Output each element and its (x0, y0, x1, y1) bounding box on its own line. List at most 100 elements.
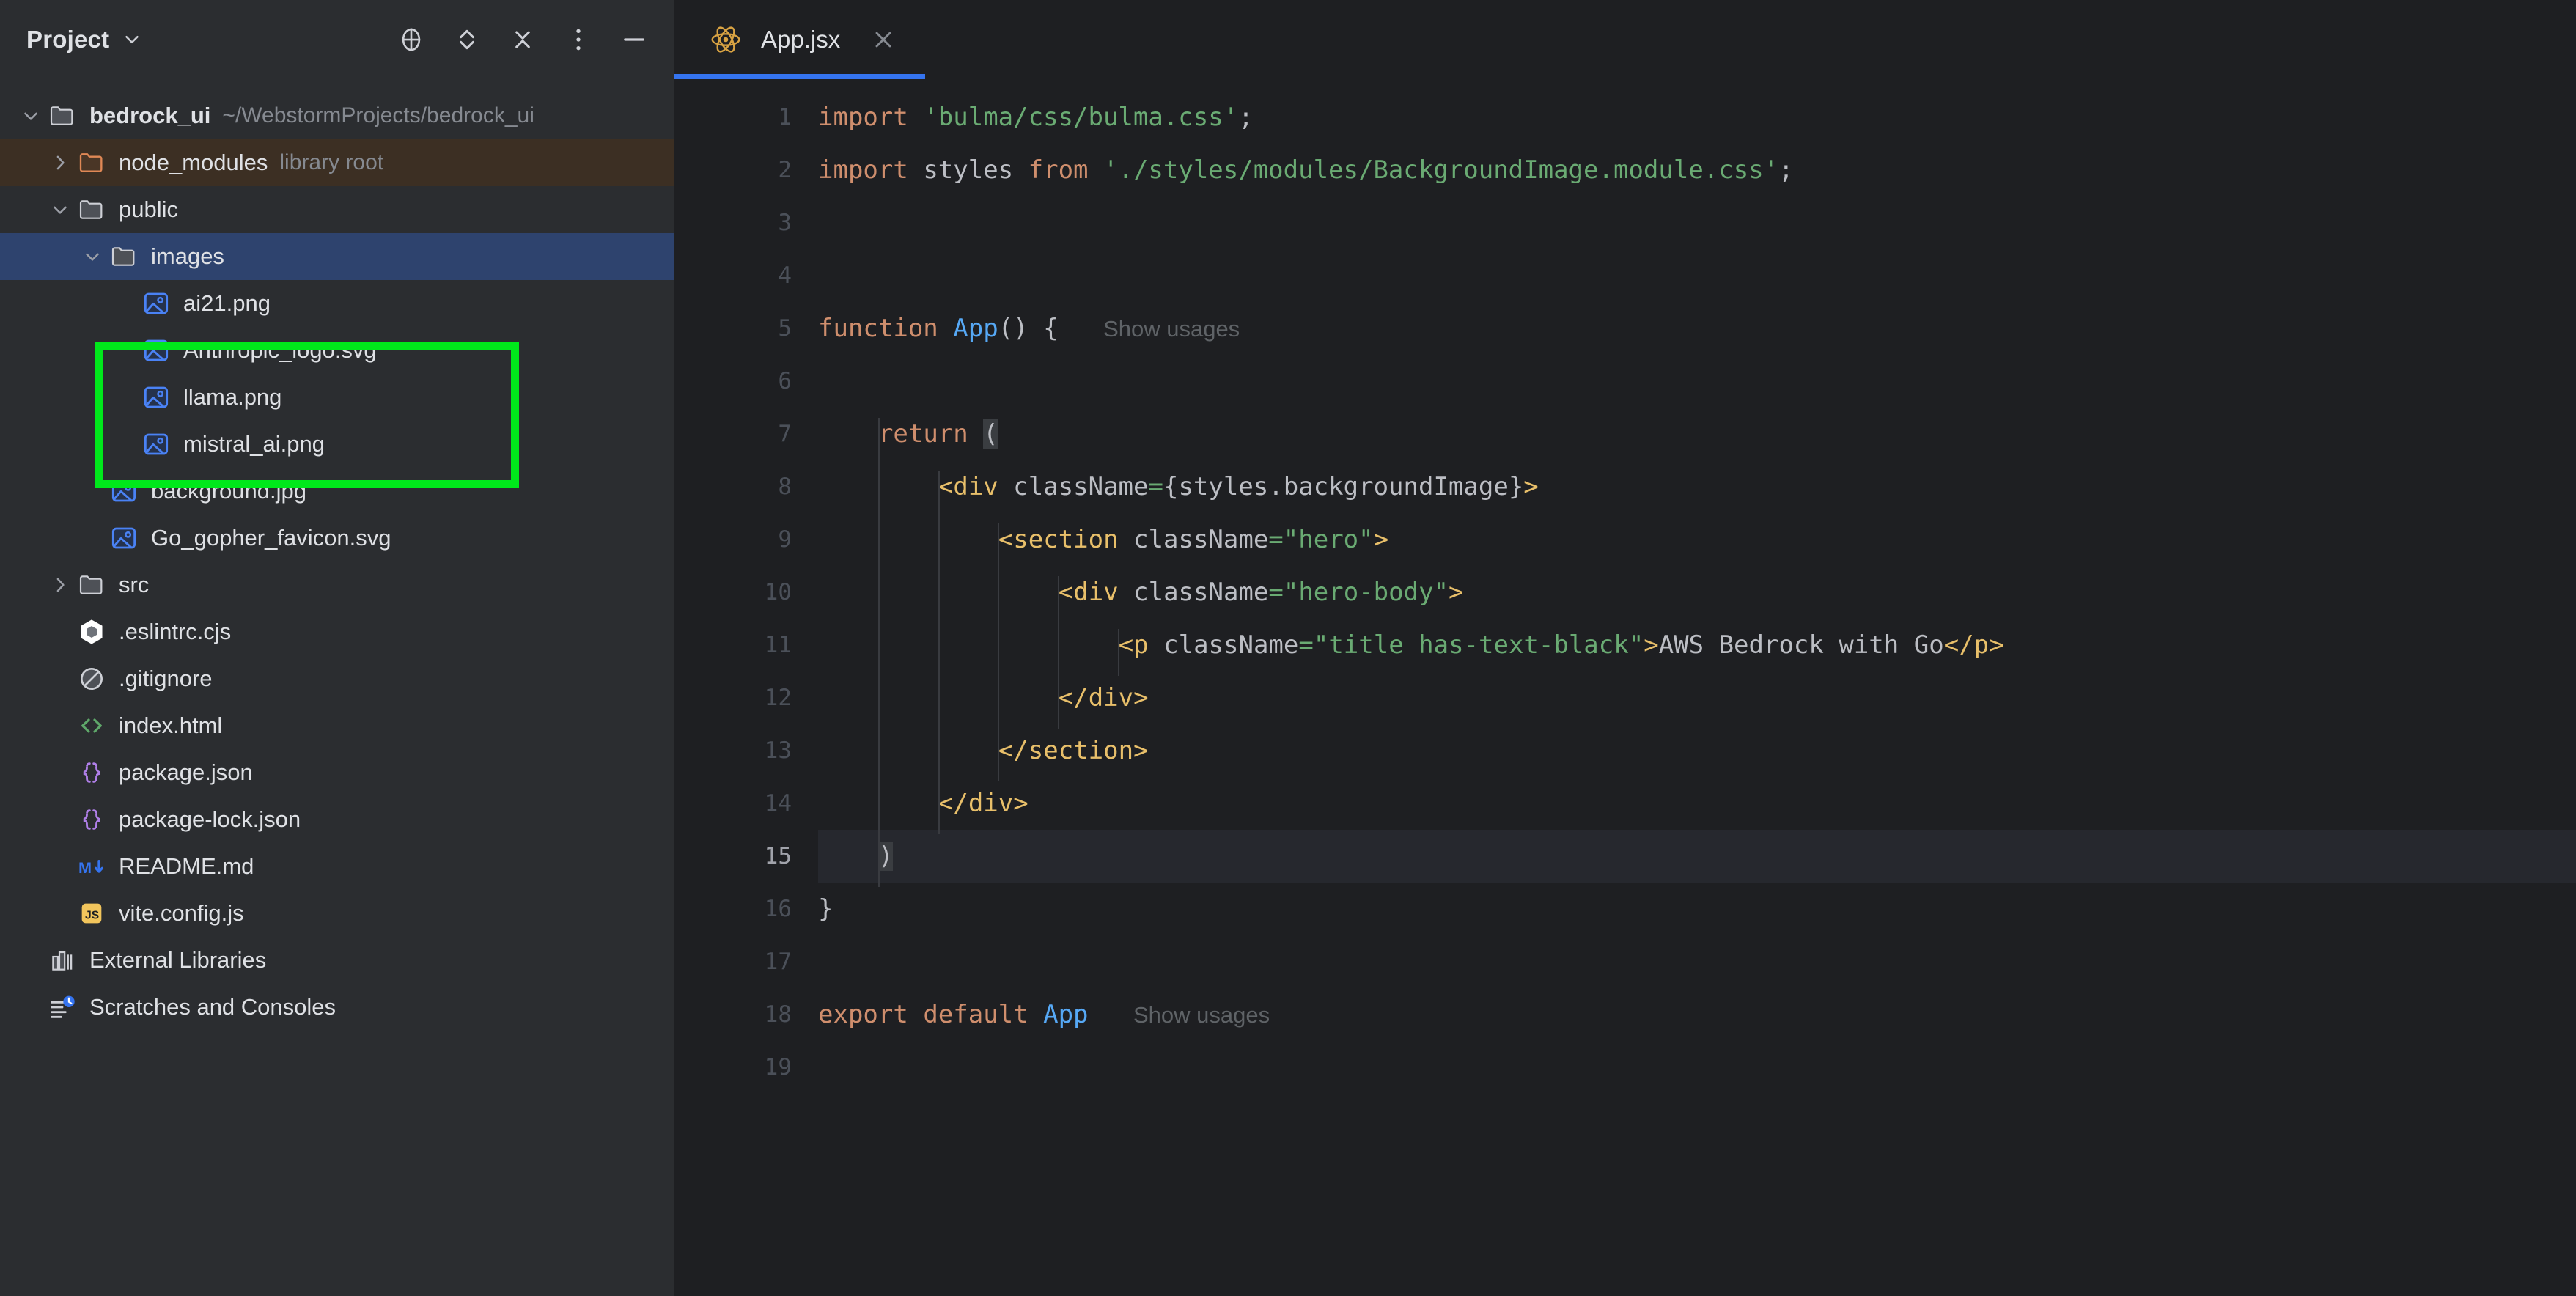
tree-row-label: mistral_ai.png (183, 431, 325, 457)
tree-row-node-modules[interactable]: node_modules library root (0, 139, 674, 186)
panel-title[interactable]: Project (26, 26, 109, 54)
code-line[interactable] (818, 249, 2576, 302)
code-line[interactable] (818, 935, 2576, 988)
tree-row-label: Go_gopher_favicon.svg (151, 525, 391, 551)
svg-text:M: M (78, 858, 92, 877)
tree-row-label: background.jpg (151, 478, 306, 504)
code-line[interactable]: function App() { Show usages (818, 302, 2576, 355)
code-line[interactable]: <div className={styles.backgroundImage}> (818, 460, 2576, 513)
select-opened-file-icon[interactable] (396, 24, 427, 55)
line-number: 1 (778, 104, 792, 130)
folder-icon (75, 195, 108, 224)
code-line[interactable] (818, 355, 2576, 408)
tree-row-label: bedrock_ui (89, 103, 211, 128)
collapse-all-icon[interactable] (507, 24, 538, 55)
tree-row-vite-config-js[interactable]: JS vite.config.js (0, 890, 674, 937)
more-options-icon[interactable] (563, 24, 594, 55)
code-line[interactable]: </div> (818, 777, 2576, 830)
tree-row-go-gopher-favicon-svg[interactable]: Go_gopher_favicon.svg (0, 515, 674, 562)
expand-collapse-icon[interactable] (452, 24, 482, 55)
image-file-icon (139, 336, 173, 365)
indent-guide (1058, 576, 1060, 729)
chevron-down-icon[interactable] (78, 246, 107, 268)
line-number: 18 (764, 1001, 792, 1028)
tree-row-anthropic-logo-svg[interactable]: Anthropic_logo.svg (0, 327, 674, 374)
line-number: 10 (764, 579, 792, 605)
code-content[interactable]: import 'bulma/css/bulma.css'; import styl… (818, 79, 2576, 1296)
chevron-right-icon[interactable] (45, 152, 75, 174)
tree-row-index-html[interactable]: index.html (0, 702, 674, 749)
tree-row-label: package-lock.json (119, 806, 301, 832)
project-tool-window: Project bedrock_ui ~/WebstormProjects/be… (0, 0, 674, 1296)
code-line[interactable]: <section className="hero"> (818, 513, 2576, 566)
tree-row-label: .eslintrc.cjs (119, 619, 232, 644)
editor-tabbar: App.jsx (674, 0, 2576, 79)
code-line[interactable]: import 'bulma/css/bulma.css'; (818, 91, 2576, 144)
tree-row-src[interactable]: src (0, 562, 674, 608)
tree-row-gitignore[interactable]: .gitignore (0, 655, 674, 702)
html-file-icon (75, 711, 108, 740)
code-line[interactable]: return ( (818, 408, 2576, 460)
tree-row-ai21-png[interactable]: ai21.png (0, 280, 674, 327)
tree-row-label: images (151, 243, 224, 269)
chevron-right-icon[interactable] (45, 574, 75, 596)
tree-row-scratches-and-consoles[interactable]: Scratches and Consoles (0, 984, 674, 1031)
js-file-icon: JS (75, 899, 108, 928)
code-line[interactable] (818, 196, 2576, 249)
line-number: 2 (778, 157, 792, 183)
image-file-icon (139, 430, 173, 459)
line-number: 3 (778, 210, 792, 236)
project-tree[interactable]: bedrock_ui ~/WebstormProjects/bedrock_uin… (0, 79, 674, 1296)
hide-icon[interactable] (619, 24, 649, 55)
tree-row-background-jpg[interactable]: background.jpg (0, 468, 674, 515)
tree-row-label: node_modules (119, 150, 268, 175)
tree-row-sublabel: ~/WebstormProjects/bedrock_ui (222, 103, 534, 128)
folder-icon (75, 570, 108, 600)
tree-row-label: External Libraries (89, 947, 267, 973)
line-number: 15 (764, 843, 792, 869)
code-line[interactable] (818, 1041, 2576, 1094)
indent-guide (877, 418, 880, 887)
tab-app-jsx[interactable]: App.jsx (674, 0, 926, 79)
code-line[interactable]: </div> (818, 671, 2576, 724)
chevron-down-icon[interactable] (45, 199, 75, 221)
code-editor[interactable]: 1 2 3 4 5 6 7 8 9 10 11 12 13 14 15 16 17 18 19 import 'bu… (674, 79, 2576, 1296)
image-file-icon (107, 476, 141, 506)
json-file-icon (75, 758, 108, 787)
tree-row-bedrock-ui[interactable]: bedrock_ui ~/WebstormProjects/bedrock_ui (0, 92, 674, 139)
tree-row-llama-png[interactable]: llama.png (0, 374, 674, 421)
code-line[interactable]: </section> (818, 724, 2576, 777)
line-number: 19 (764, 1054, 792, 1080)
tree-row-mistral-ai-png[interactable]: mistral_ai.png (0, 421, 674, 468)
image-file-icon (139, 383, 173, 412)
tree-row-label: public (119, 196, 178, 222)
code-line[interactable]: export default App Show usages (818, 988, 2576, 1041)
chevron-down-icon[interactable] (16, 105, 45, 127)
ide-window: Project bedrock_ui ~/WebstormProjects/be… (0, 0, 2576, 1296)
code-line[interactable]: <p className="title has-text-black">AWS … (818, 619, 2576, 671)
tree-row-public[interactable]: public (0, 186, 674, 233)
line-number: 7 (778, 421, 792, 447)
code-line[interactable]: } (818, 883, 2576, 935)
tree-row-eslintrc-cjs[interactable]: .eslintrc.cjs (0, 608, 674, 655)
gitignore-icon (75, 664, 108, 693)
code-line[interactable]: import styles from './styles/modules/Bac… (818, 144, 2576, 196)
eslint-icon (75, 617, 108, 647)
tree-row-images[interactable]: images (0, 233, 674, 280)
code-line[interactable]: ) (818, 830, 2576, 883)
tree-row-package-lock-json[interactable]: package-lock.json (0, 796, 674, 843)
code-line[interactable]: <div className="hero-body"> (818, 566, 2576, 619)
indent-guide (1118, 629, 1119, 676)
line-number-gutter: 1 2 3 4 5 6 7 8 9 10 11 12 13 14 15 16 17 18 19 (674, 79, 818, 1296)
line-number: 8 (778, 474, 792, 500)
close-icon[interactable] (869, 26, 897, 54)
folder-orange-icon (75, 148, 108, 177)
tree-row-package-json[interactable]: package.json (0, 749, 674, 796)
project-panel-actions (396, 24, 649, 55)
tree-row-readme-md[interactable]: M README.md (0, 843, 674, 890)
folder-icon (107, 242, 141, 271)
tree-row-external-libraries[interactable]: External Libraries (0, 937, 674, 984)
tree-row-label: Scratches and Consoles (89, 994, 336, 1020)
json-file-icon (75, 805, 108, 834)
chevron-down-icon[interactable] (121, 29, 143, 51)
